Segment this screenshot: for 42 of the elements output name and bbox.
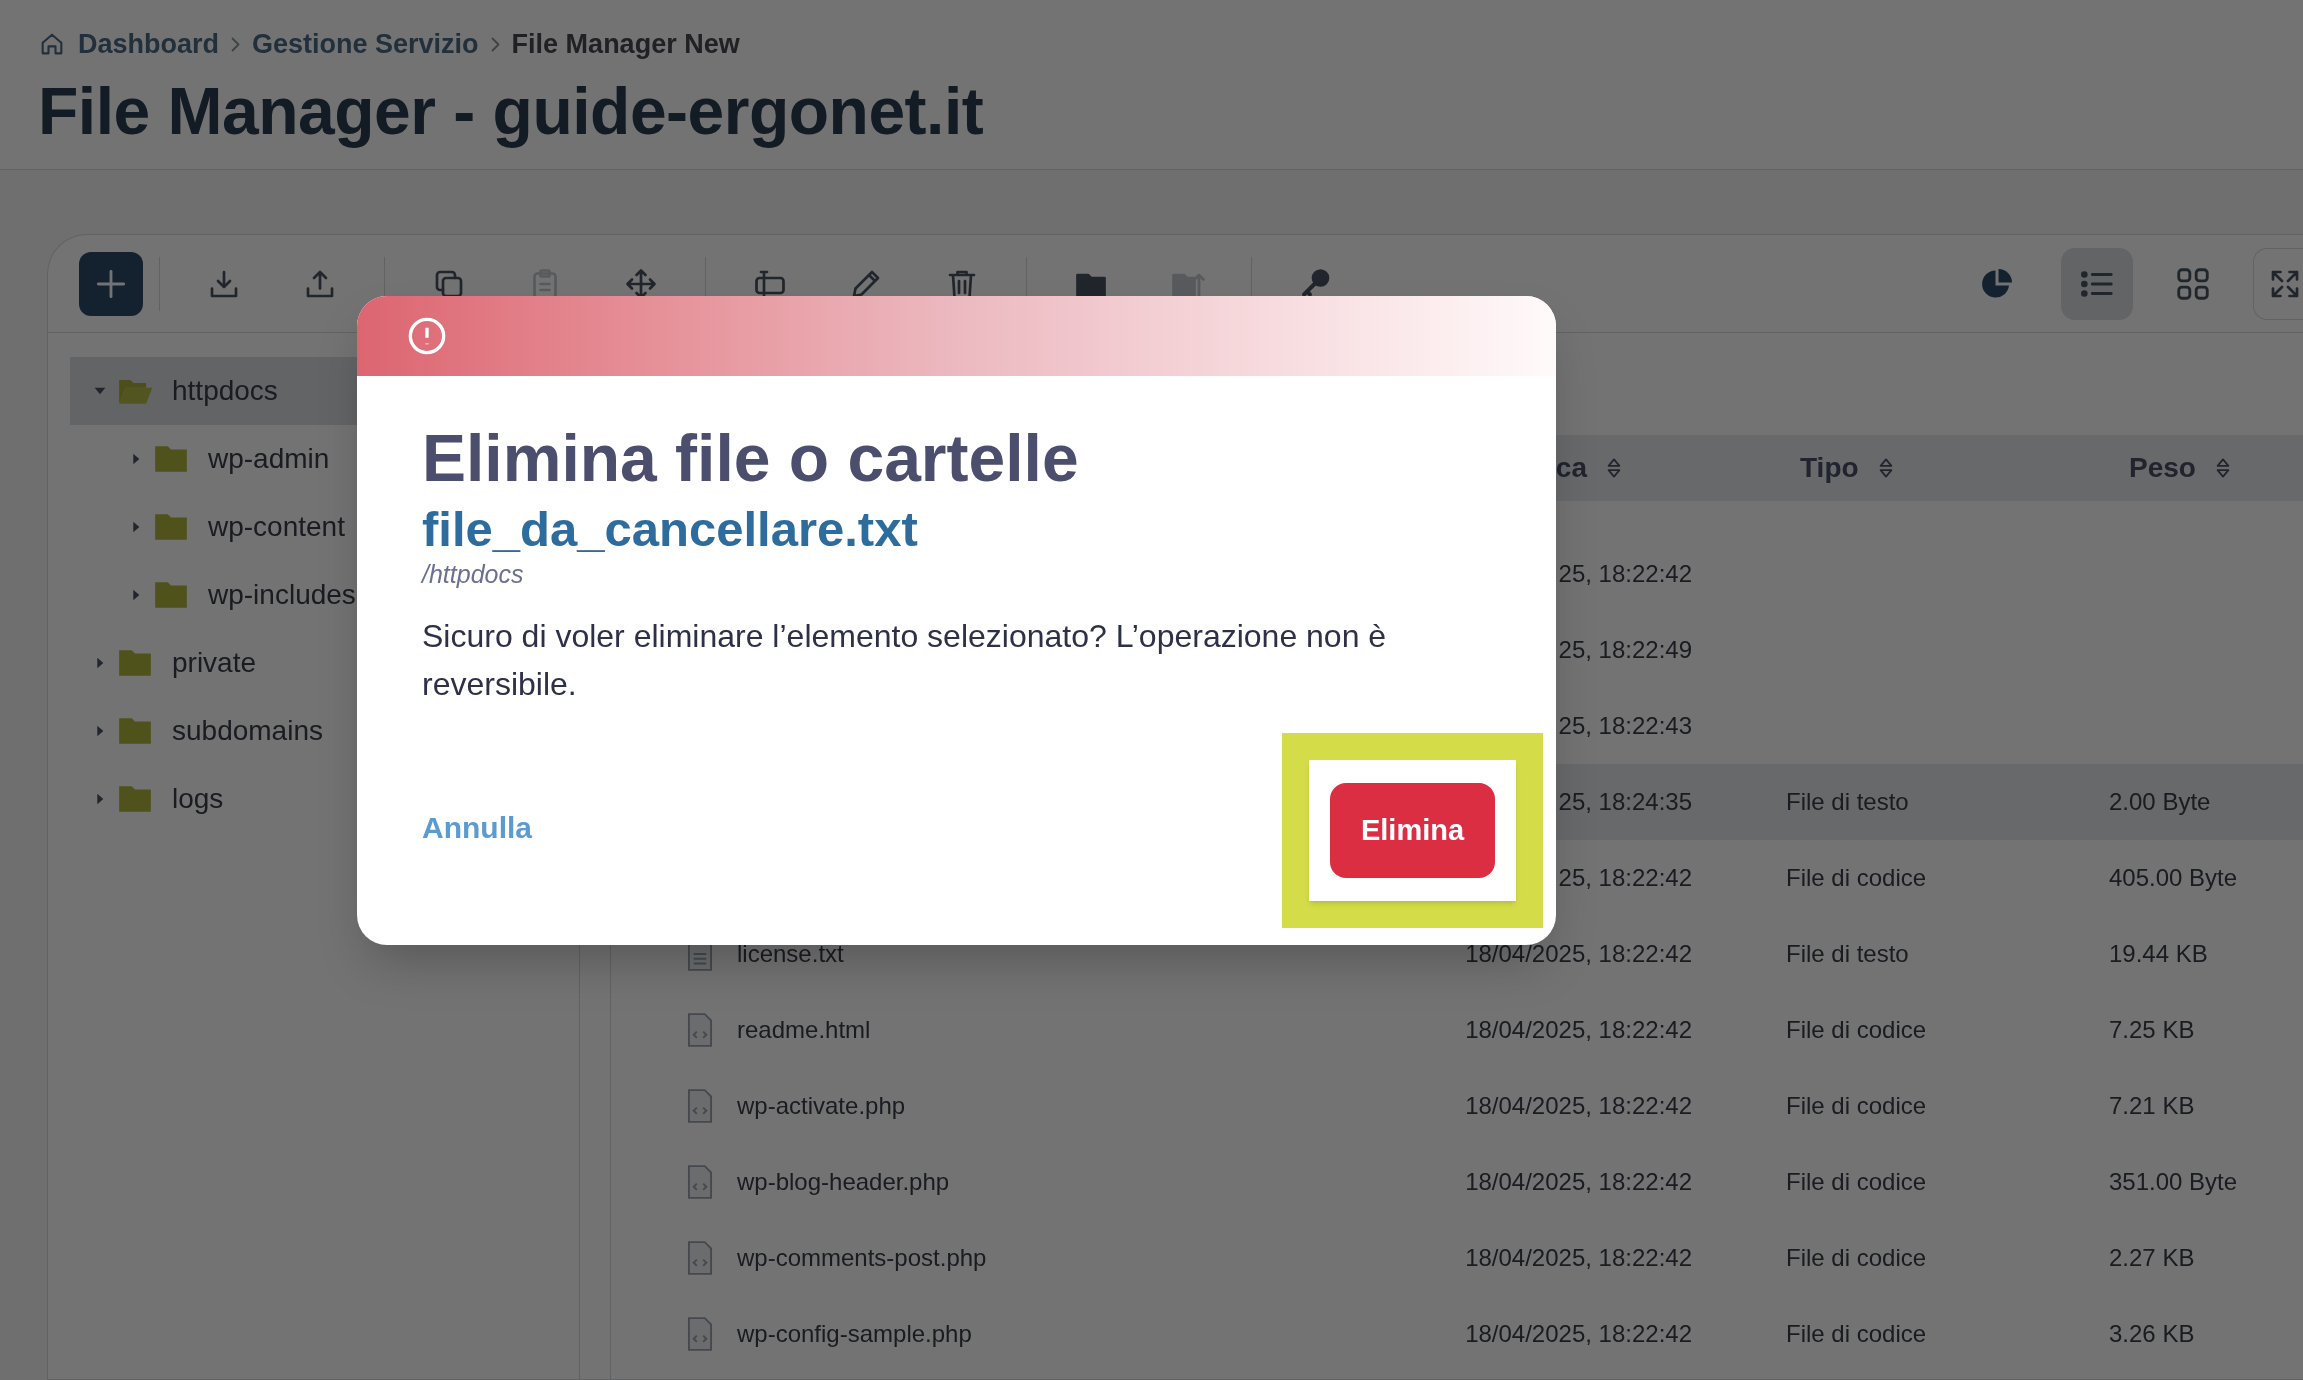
file-name-cell-text: wp-blog-header.php <box>737 1167 950 1197</box>
date-cell: 18/04/2025, 18:22:42 <box>1465 1016 1692 1043</box>
date-cell: 25, 18:22:42 <box>1558 864 1692 891</box>
date-cell: 18/04/2025, 18:22:42 <box>1465 1168 1692 1195</box>
file-name-cell-text: readme.html <box>737 1015 871 1045</box>
folder-name: subdomains <box>172 714 323 748</box>
type-cell: File di codice <box>1786 1016 1927 1043</box>
date-cell: 18/04/2025, 18:22:42 <box>1465 940 1692 967</box>
file-name-cell-text: license.txt <box>737 939 844 969</box>
folder-name: private <box>172 646 257 680</box>
type-cell: File di codice <box>1786 1320 1927 1347</box>
date-cell: 18/04/2025, 18:22:42 <box>1465 1244 1692 1271</box>
file-name-cell-text: wp-activate.php <box>737 1091 906 1121</box>
folder-name: wp-includes <box>208 578 356 612</box>
file-name-cell-text: wp-comments-post.php <box>737 1243 987 1273</box>
size-cell: 3.26 KB <box>2109 1320 2195 1347</box>
file-path: /httpdocs <box>422 559 525 590</box>
folder-name: httpdocs <box>172 374 278 408</box>
folder-name: wp-admin <box>208 442 330 476</box>
size-cell: 405.00 Byte <box>2109 864 2238 891</box>
type-cell: File di codice <box>1786 864 1927 891</box>
type-cell: File di codice <box>1786 1244 1927 1271</box>
folder-name: wp-content <box>208 510 345 544</box>
type-cell: File di codice <box>1786 1092 1927 1119</box>
size-cell: 351.00 Byte <box>2109 1168 2238 1195</box>
folder-name: logs <box>172 782 224 816</box>
date-cell: 25, 18:22:43 <box>1558 712 1692 739</box>
page-title: File Manager - guide-ergonet.it <box>38 72 985 150</box>
type-cell: File di codice <box>1786 1168 1927 1195</box>
file-name-cell-text: wp-config-sample.php <box>737 1319 972 1349</box>
size-cell: 7.21 KB <box>2109 1092 2195 1119</box>
size-cell: 2.27 KB <box>2109 1244 2195 1271</box>
breadcrumb-current: File Manager New <box>511 28 740 61</box>
date-cell: 25, 18:24:35 <box>1558 788 1692 815</box>
size-cell: 2.00 Byte <box>2109 788 2211 815</box>
type-cell: File di testo <box>1786 940 1909 967</box>
size-cell: 19.44 KB <box>2109 940 2208 967</box>
date-cell: 18/04/2025, 18:22:42 <box>1465 1320 1692 1347</box>
date-cell: 18/04/2025, 18:22:42 <box>1465 1092 1692 1119</box>
type-cell: File di testo <box>1786 788 1909 815</box>
size-cell: 7.25 KB <box>2109 1016 2195 1043</box>
date-cell: 25, 18:22:42 <box>1558 560 1692 587</box>
